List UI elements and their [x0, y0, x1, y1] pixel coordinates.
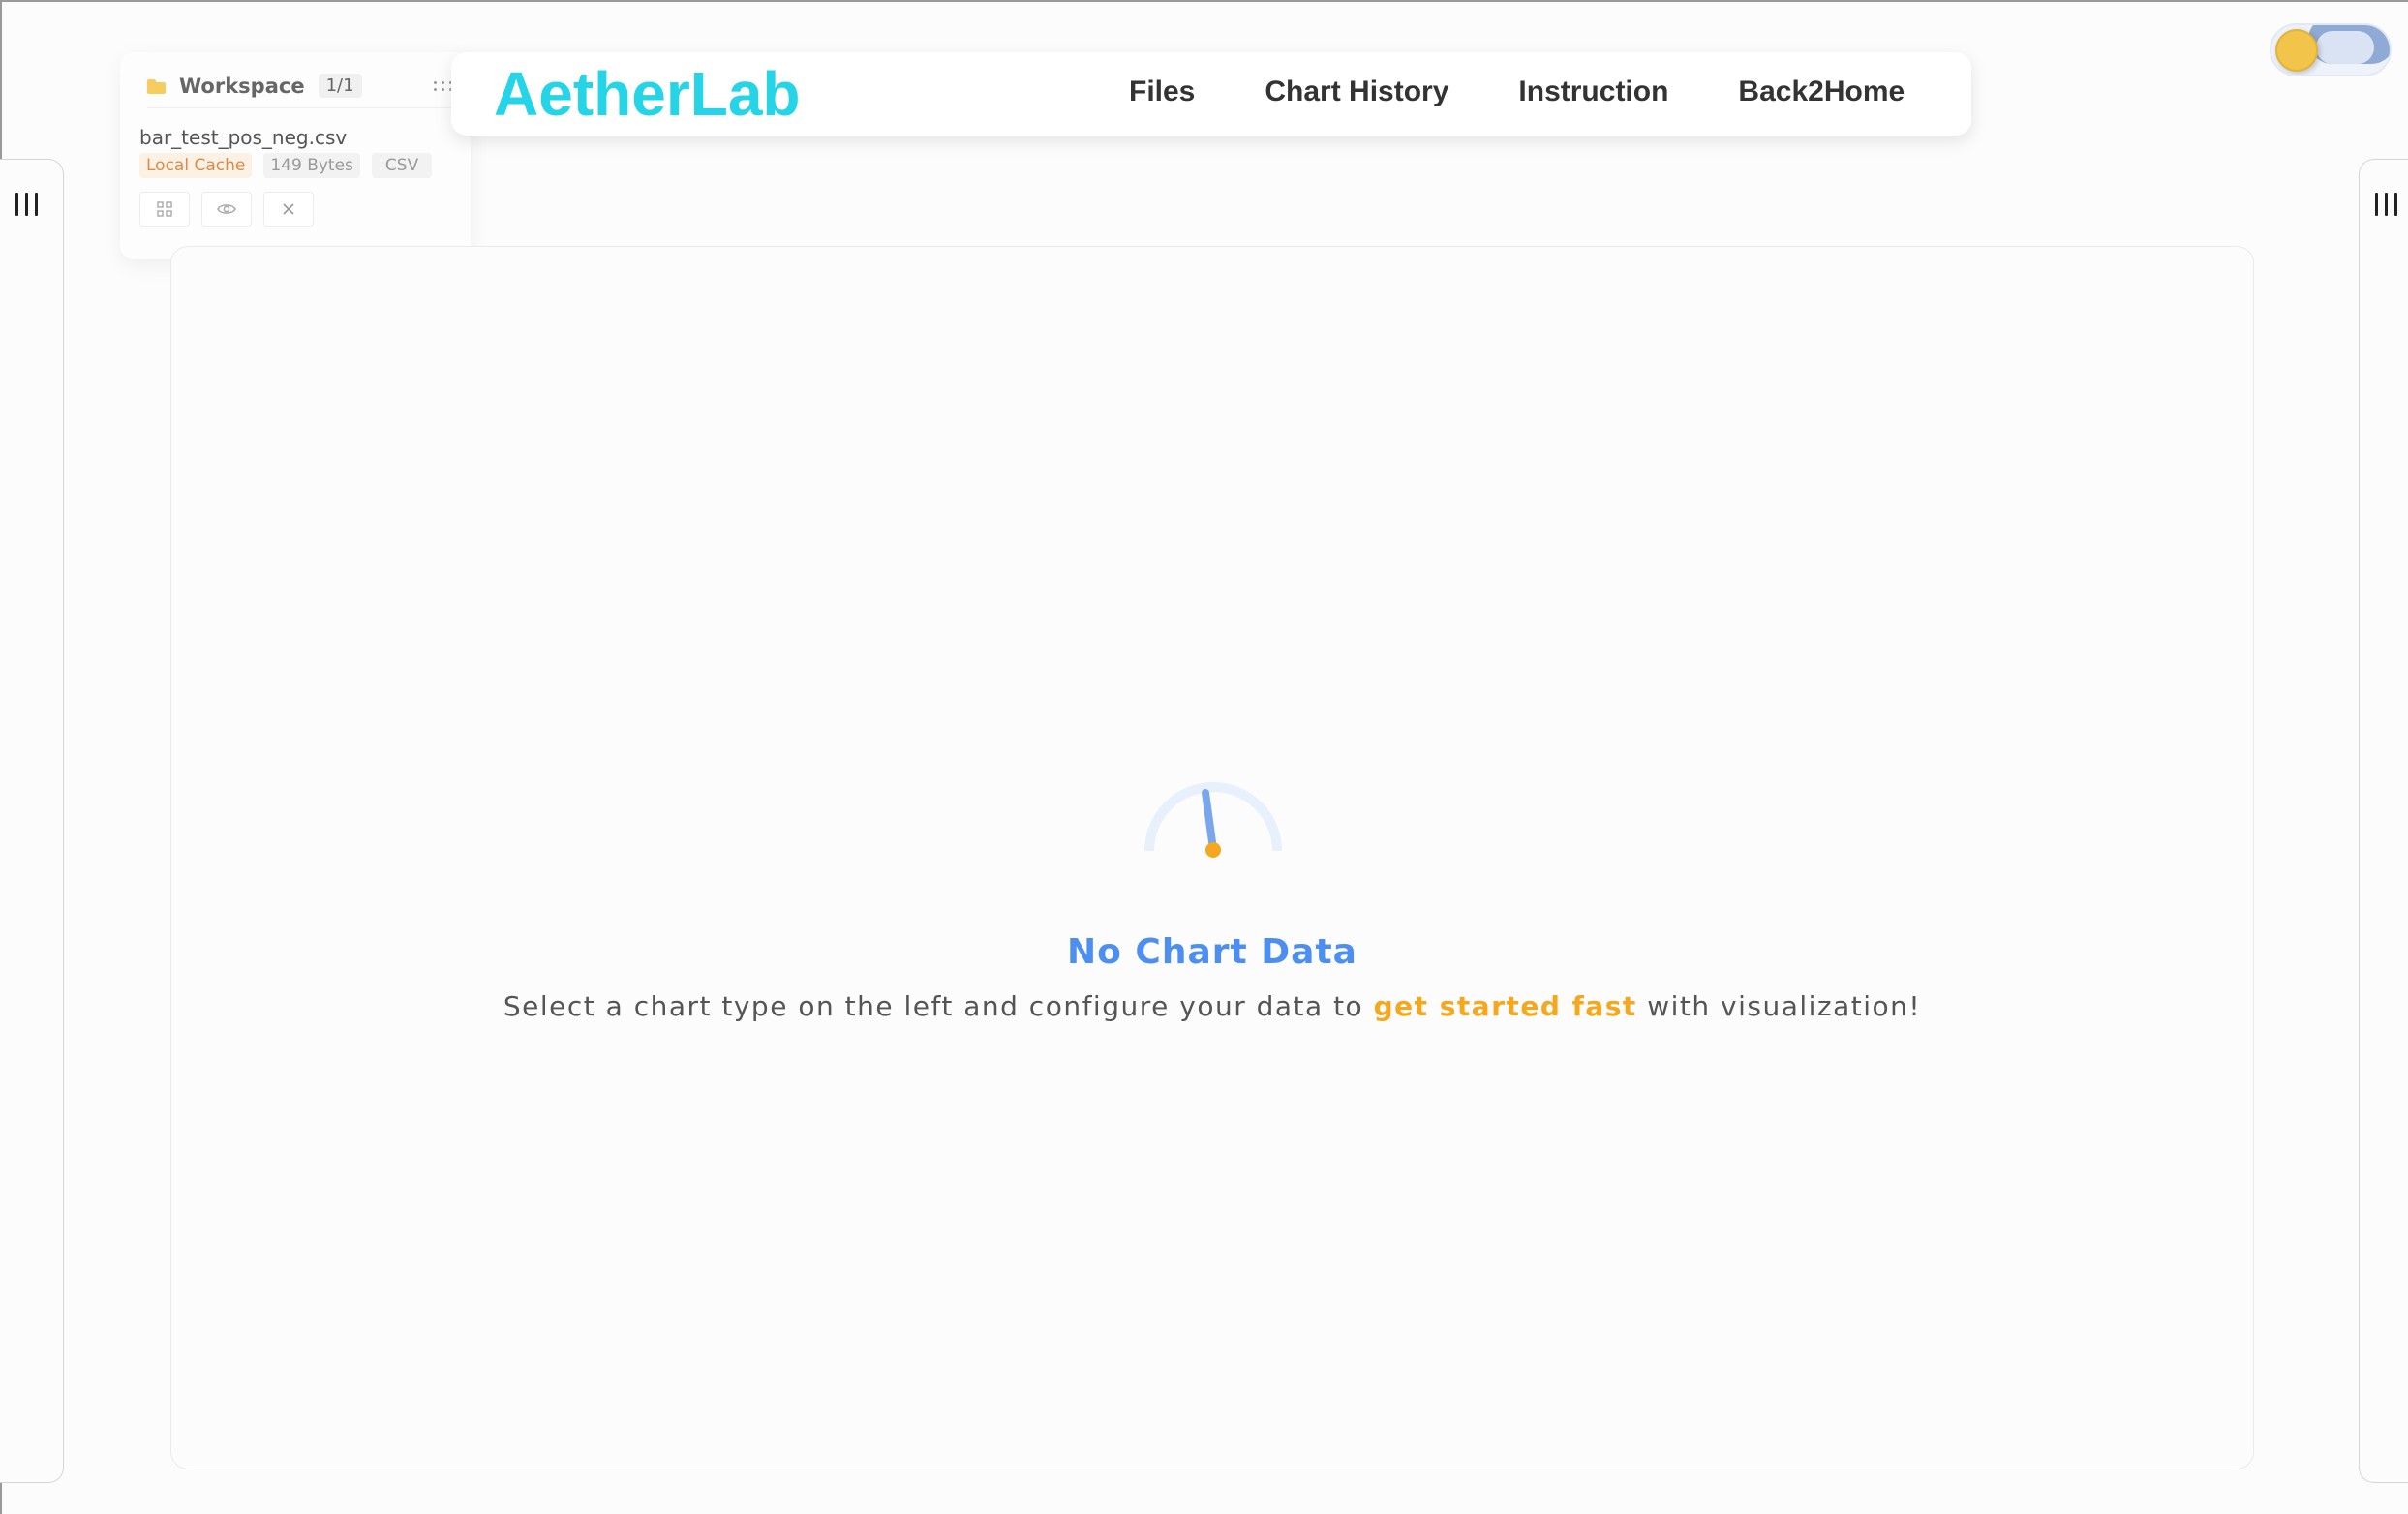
remove-file-button[interactable]	[263, 192, 314, 227]
file-tags: Local Cache 149 Bytes CSV	[139, 153, 433, 178]
cloud-icon	[2316, 31, 2374, 64]
left-drawer	[0, 159, 64, 1483]
brand-logo[interactable]: AetherLab	[494, 58, 801, 130]
nav-links: Files Chart History Instruction Back2Hom…	[1129, 76, 1905, 108]
chart-canvas: No Chart Data Select a chart type on the…	[170, 246, 2254, 1469]
eye-icon	[217, 204, 236, 214]
close-icon	[283, 203, 294, 215]
gauge-icon	[1144, 782, 1282, 858]
empty-desc-highlight: get started fast	[1373, 990, 1637, 1022]
workspace-header: Workspace 1/1	[147, 74, 453, 108]
drag-handle-icon[interactable]	[434, 80, 453, 91]
grid-icon	[157, 201, 172, 217]
theme-toggle[interactable]	[2270, 23, 2392, 76]
right-drawer	[2359, 159, 2408, 1483]
file-name[interactable]: bar_test_pos_neg.csv	[139, 126, 347, 149]
empty-state-title: No Chart Data	[1067, 932, 1357, 972]
empty-desc-after: with visualization!	[1636, 990, 1922, 1022]
top-navbar: AetherLab Files Chart History Instructio…	[451, 52, 1971, 136]
file-type-badge: CSV	[371, 153, 433, 178]
nav-files[interactable]: Files	[1129, 76, 1195, 108]
left-drawer-toggle-icon[interactable]	[15, 193, 38, 216]
workspace-file-count: 1/1	[318, 74, 362, 98]
file-actions	[139, 192, 314, 227]
grid-view-button[interactable]	[139, 192, 190, 227]
workspace-panel: Workspace 1/1 bar_test_pos_neg.csv Local…	[120, 52, 471, 259]
nav-chart-history[interactable]: Chart History	[1265, 76, 1448, 108]
nav-back2home[interactable]: Back2Home	[1738, 76, 1905, 108]
nav-instruction[interactable]: Instruction	[1518, 76, 1668, 108]
empty-desc-before: Select a chart type on the left and conf…	[503, 990, 1374, 1022]
sun-icon	[2275, 29, 2318, 72]
empty-state-description: Select a chart type on the left and conf…	[171, 990, 2253, 1022]
folder-icon	[147, 78, 166, 94]
preview-button[interactable]	[201, 192, 252, 227]
right-drawer-toggle-icon[interactable]	[2375, 193, 2397, 216]
storage-badge: Local Cache	[139, 153, 253, 178]
file-size-badge: 149 Bytes	[263, 153, 360, 178]
workspace-title: Workspace	[179, 74, 305, 98]
